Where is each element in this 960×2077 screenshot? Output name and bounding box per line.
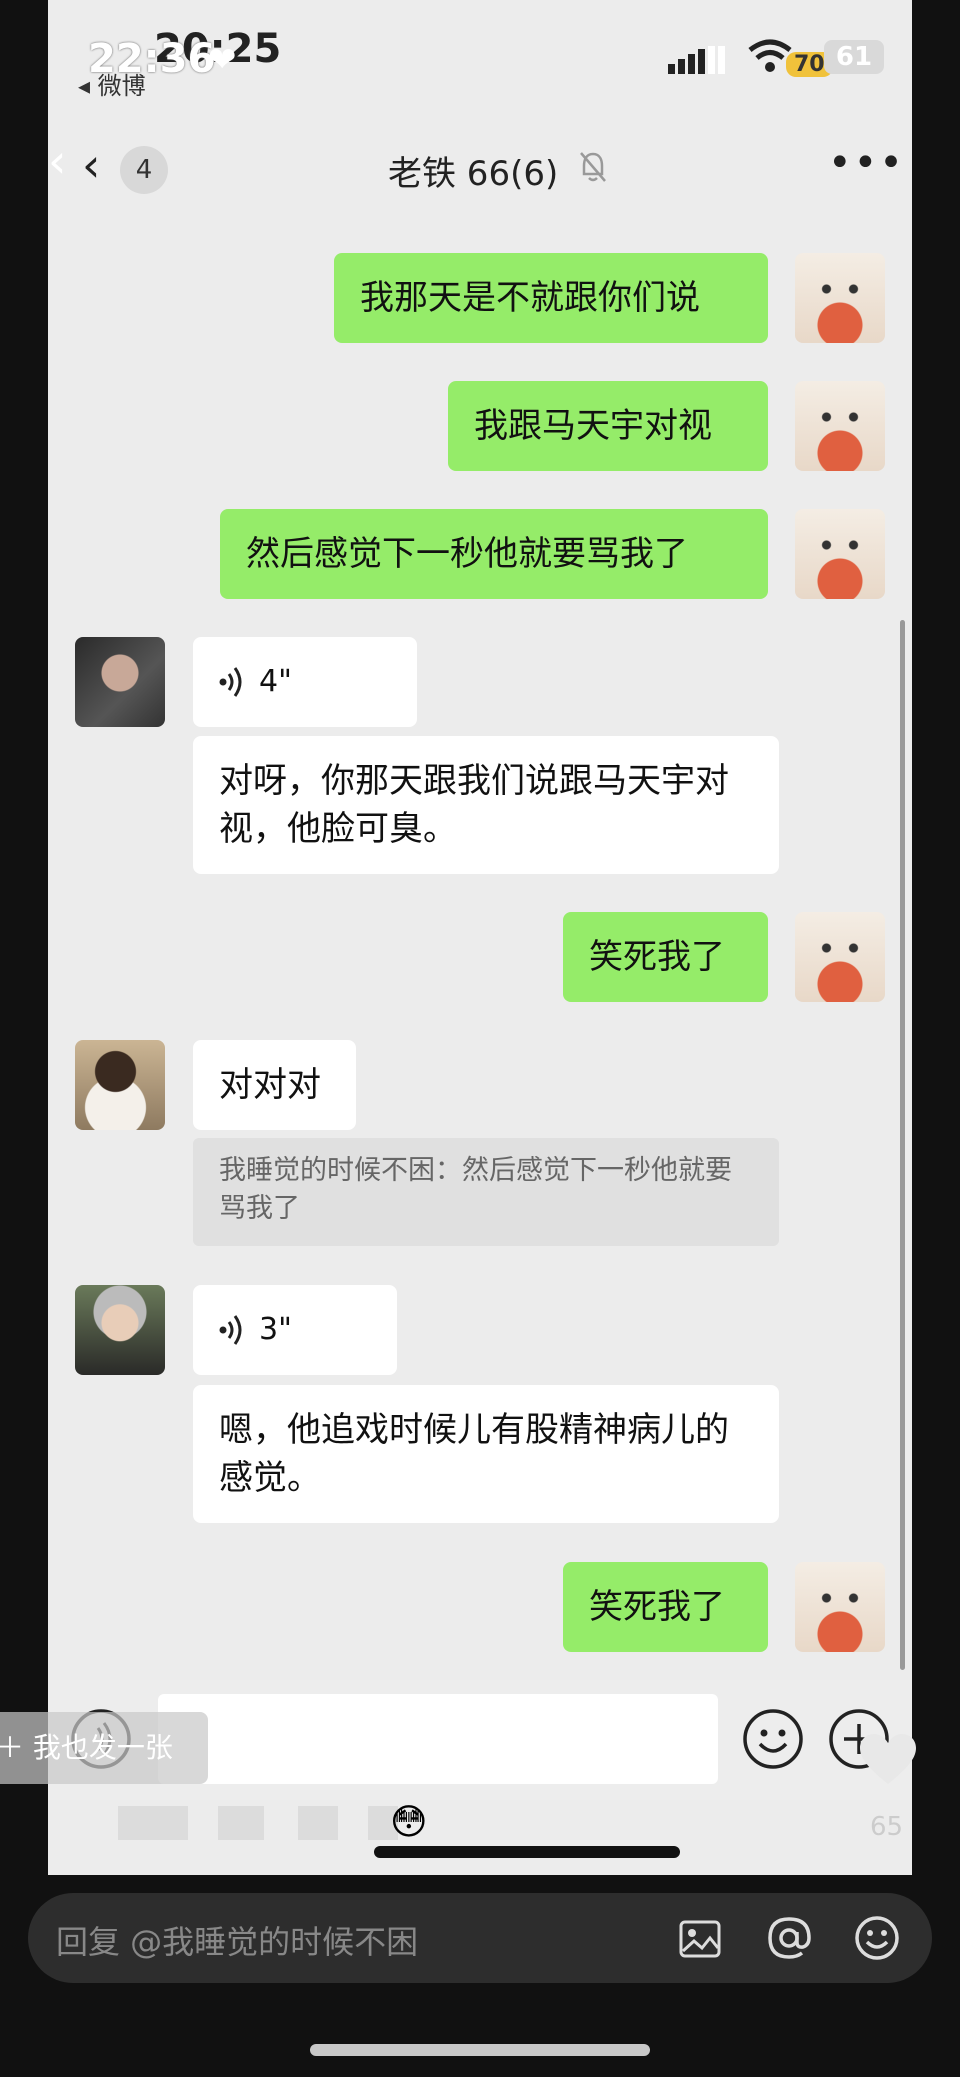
quoted-reply[interactable]: 我睡觉的时候不困：然后感觉下一秒他就要骂我了 — [193, 1138, 779, 1246]
avatar[interactable] — [795, 912, 885, 1002]
avatar[interactable] — [795, 1562, 885, 1652]
emoji-icon[interactable] — [854, 1915, 900, 1961]
avatar[interactable] — [75, 1285, 165, 1375]
scrollbar[interactable] — [900, 620, 905, 1670]
avatar[interactable] — [795, 253, 885, 343]
chat-title: 老铁 66(6) — [388, 154, 559, 194]
like-count: 65 — [870, 1812, 904, 1842]
voice-message[interactable]: 3" — [193, 1285, 397, 1375]
message-bubble[interactable]: 笑死我了 — [563, 912, 768, 1002]
chevron-left-icon[interactable]: ‹ — [48, 134, 66, 188]
like-heart-icon[interactable] — [858, 1732, 918, 1788]
add-post-button[interactable]: ＋ 我也发一张 — [0, 1712, 208, 1784]
voice-message[interactable]: 4" — [193, 637, 417, 727]
avatar[interactable] — [75, 637, 165, 727]
heart-icon: ❤ — [208, 40, 237, 80]
back-to-app-link[interactable]: ◂ 微博 — [78, 66, 146, 101]
image-icon[interactable] — [678, 1917, 722, 1961]
avatar[interactable] — [795, 509, 885, 599]
avatar[interactable] — [795, 381, 885, 471]
message-bubble[interactable]: 嗯，他追戏时候儿有股精神病儿的感觉。 — [193, 1385, 779, 1523]
status-bar: 20:25 22:36 ❤ ◂ 微博 70 61 — [48, 0, 912, 110]
back-button[interactable]: ‹ — [82, 138, 100, 192]
message-bubble[interactable]: 笑死我了 — [563, 1562, 768, 1652]
message-bubble[interactable]: 然后感觉下一秒他就要骂我了 — [220, 509, 768, 599]
chat-header: ‹ ‹ 4 老铁 66(6) ••• — [48, 120, 912, 220]
battery-level: 61 — [824, 40, 884, 74]
at-mention-icon[interactable] — [766, 1915, 812, 1961]
message-bubble[interactable]: 对对对 — [193, 1040, 356, 1130]
chat-screenshot: 20:25 22:36 ❤ ◂ 微博 70 61 ‹ ‹ 4 老铁 66(6) … — [48, 0, 912, 1875]
mute-bell-icon — [580, 152, 606, 182]
reply-placeholder: 回复 @我睡觉的时候不困 — [56, 1923, 419, 1961]
message-input[interactable] — [158, 1694, 718, 1784]
reply-input[interactable]: 回复 @我睡觉的时候不困 — [28, 1893, 932, 1983]
voice-duration: 3" — [259, 1312, 292, 1347]
voice-wave-icon — [219, 1315, 242, 1345]
message-bubble[interactable]: 我那天是不就跟你们说 — [334, 253, 768, 343]
emoji-icon[interactable] — [742, 1708, 804, 1770]
home-indicator — [310, 2044, 650, 2056]
signal-icon — [668, 46, 725, 74]
voice-duration: 4" — [259, 664, 292, 699]
home-indicator — [374, 1846, 680, 1858]
emoji-sticker: 😳 — [390, 1802, 428, 1843]
unread-badge: 4 — [120, 146, 168, 194]
message-bubble[interactable]: 我跟马天宇对视 — [448, 381, 768, 471]
message-bubble[interactable]: 对呀，你那天跟我们说跟马天宇对视，他脸可臭。 — [193, 736, 779, 874]
voice-wave-icon — [219, 667, 242, 697]
avatar[interactable] — [75, 1040, 165, 1130]
more-options-button[interactable]: ••• — [828, 140, 905, 186]
